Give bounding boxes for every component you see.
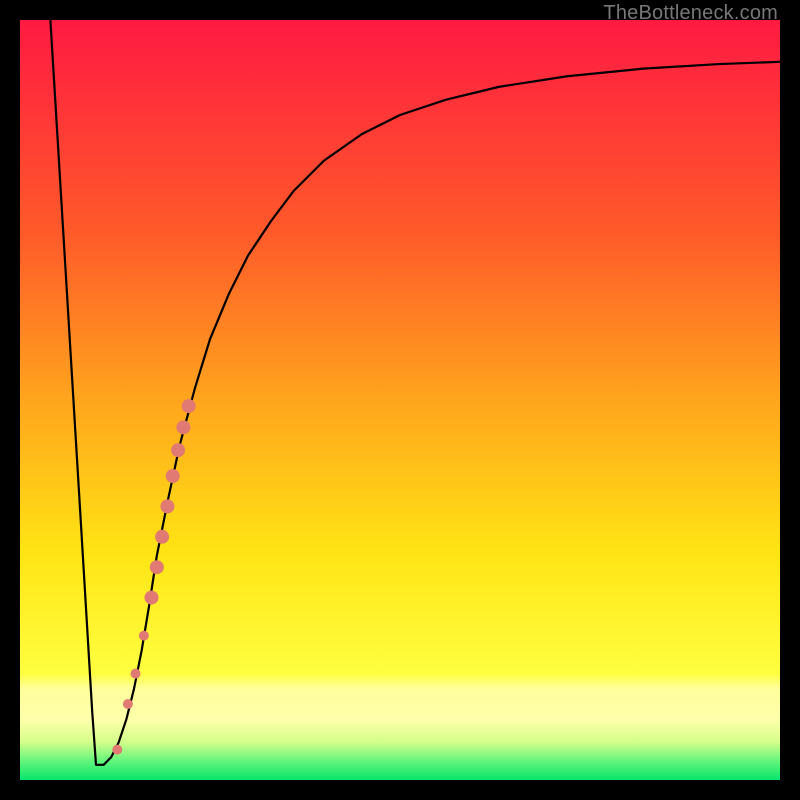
data-point	[171, 443, 185, 457]
data-point	[139, 631, 149, 641]
data-point	[144, 591, 158, 605]
chart-frame: TheBottleneck.com	[0, 0, 800, 800]
chart-svg	[20, 20, 780, 780]
data-point	[155, 530, 169, 544]
data-point	[150, 560, 164, 574]
data-point	[123, 699, 133, 709]
data-point	[176, 420, 190, 434]
data-point	[131, 669, 141, 679]
gradient-bg	[20, 20, 780, 780]
data-point	[182, 399, 196, 413]
data-point	[160, 499, 174, 513]
data-point	[166, 469, 180, 483]
data-point	[112, 745, 122, 755]
